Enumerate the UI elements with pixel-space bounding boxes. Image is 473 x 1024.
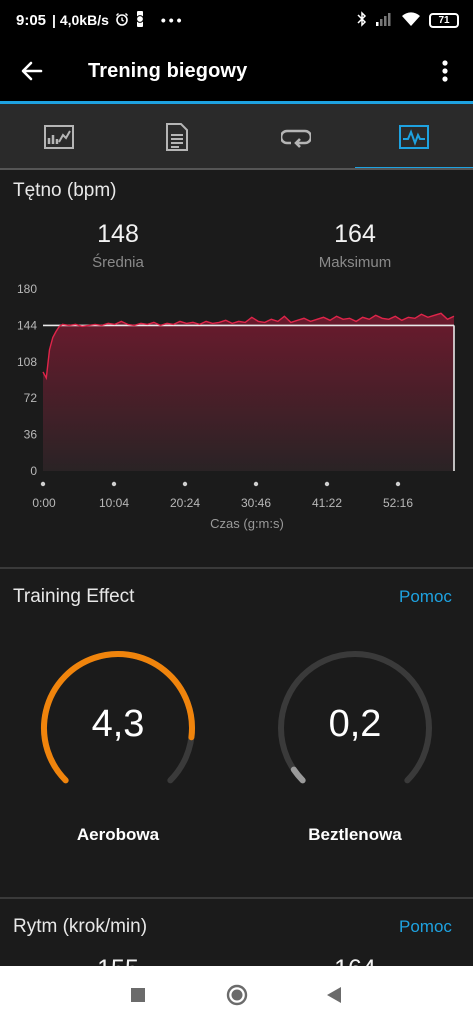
chart-x-tick-label: 0:00 xyxy=(32,496,56,510)
bluetooth-icon xyxy=(357,11,367,29)
chart-x-tick-label: 30:46 xyxy=(241,496,271,510)
hr-area-fill xyxy=(43,313,454,471)
hr-max-label: Maksimum xyxy=(318,254,392,271)
chart-x-tick-label: 20:24 xyxy=(170,496,200,510)
cadence-help-link[interactable]: Pomoc xyxy=(399,917,452,937)
chart-y-tick-label: 0 xyxy=(30,464,37,478)
chart-y-tick-label: 144 xyxy=(17,318,37,332)
cadence-title: Rytm (krok/min) xyxy=(13,916,148,937)
chart-x-tick-dot xyxy=(111,481,117,487)
arrow-left-icon xyxy=(21,61,43,81)
page-title: Trening biegowy xyxy=(88,59,248,82)
anaerobic-value: 0,2 xyxy=(328,703,382,745)
triangle-back-icon xyxy=(327,987,341,1003)
stats-chart-icon xyxy=(44,125,75,149)
network-speed: | 4,0kB/s xyxy=(52,12,109,28)
chart-x-tick-dot xyxy=(253,481,259,487)
training-effect-title: Training Effect xyxy=(13,586,135,607)
app-header: Trening biegowy xyxy=(0,40,473,102)
recents-button[interactable] xyxy=(108,966,168,1024)
training-effect-help-link[interactable]: Pomoc xyxy=(399,587,452,607)
chart-x-tick-dot xyxy=(40,481,46,487)
section-divider xyxy=(0,897,473,899)
activity-tabs xyxy=(0,104,473,170)
chart-x-tick-dot xyxy=(182,481,188,487)
more-notifications-icon: ••• xyxy=(160,12,185,28)
tab-laps[interactable] xyxy=(237,104,355,170)
aerobic-value: 4,3 xyxy=(91,703,145,745)
tabs-divider xyxy=(0,168,473,170)
chart-x-tick-dot xyxy=(395,481,401,487)
hr-max-value: 164 xyxy=(334,220,376,248)
more-vert-icon xyxy=(442,60,448,82)
heart-rate-title: Tętno (bpm) xyxy=(13,180,117,201)
back-button[interactable] xyxy=(0,40,64,102)
heart-rate-chart[interactable]: 0 36 72 108 144 180 0:00 10:04 20:24 30:46 41:22 5… xyxy=(0,278,473,540)
status-bar: 9:05 | 4,0kB/s ••• 71 xyxy=(0,0,473,40)
loop-icon xyxy=(280,129,311,148)
overflow-menu-button[interactable] xyxy=(425,40,465,102)
hr-average-label: Średnia xyxy=(92,254,144,271)
chart-y-tick-label: 36 xyxy=(24,428,38,442)
chart-x-axis-label: Czas (g:m:s) xyxy=(210,516,284,531)
aerobic-label: Aerobowa xyxy=(76,825,160,844)
circle-home-icon xyxy=(226,984,248,1006)
home-button[interactable] xyxy=(207,966,267,1024)
tab-stats[interactable] xyxy=(0,104,118,170)
alarm-icon xyxy=(115,12,129,28)
status-time: 9:05 xyxy=(16,11,47,29)
chart-y-tick-label: 108 xyxy=(17,355,37,369)
battery-indicator: 71 xyxy=(429,12,459,28)
chart-y-tick-label: 180 xyxy=(17,282,37,296)
system-navigation-bar xyxy=(0,966,473,1024)
chart-y-tick-label: 72 xyxy=(24,391,38,405)
document-list-icon xyxy=(166,123,189,151)
chart-x-tick-label: 52:16 xyxy=(383,496,413,510)
hr-average-value: 148 xyxy=(97,220,139,248)
chart-x-tick-label: 10:04 xyxy=(99,496,129,510)
square-icon xyxy=(131,988,145,1002)
anaerobic-label: Beztlenowa xyxy=(308,825,402,844)
back-nav-button[interactable] xyxy=(304,966,364,1024)
signal-icon xyxy=(375,12,393,28)
tab-charts[interactable] xyxy=(354,104,473,170)
chart-x-tick-label: 41:22 xyxy=(312,496,342,510)
anaerobic-gauge-fill xyxy=(290,766,306,784)
watch-icon xyxy=(135,11,145,29)
chart-x-tick-dot xyxy=(324,481,330,487)
heart-rate-chart-icon xyxy=(398,125,429,149)
tab-details[interactable] xyxy=(118,104,236,170)
section-divider xyxy=(0,567,473,569)
wifi-icon xyxy=(401,11,421,29)
